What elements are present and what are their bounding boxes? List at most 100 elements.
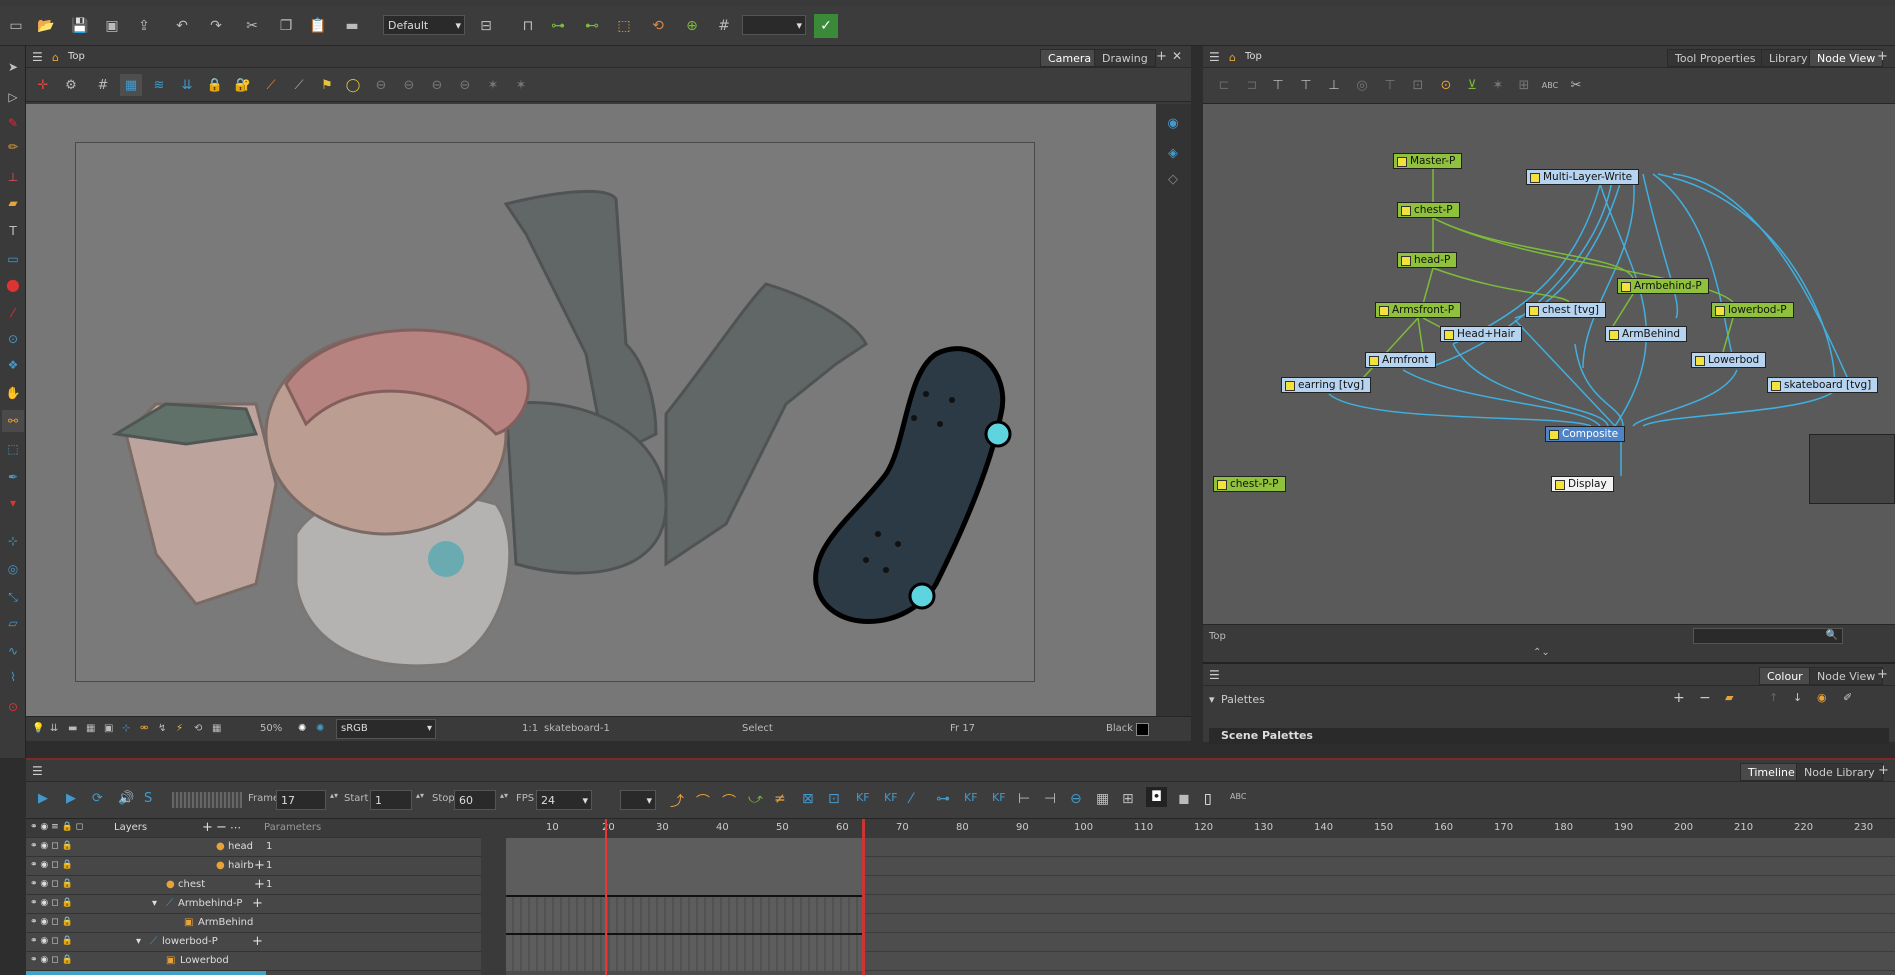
bounding-box-icon[interactable]: ⬚ (612, 14, 636, 38)
palette-icon[interactable]: ◉ (1817, 691, 1827, 704)
abc-label-icon[interactable]: ABC (1230, 792, 1246, 801)
timing-icon[interactable]: ⊖ (1070, 791, 1082, 807)
ease-both-icon[interactable]: ⌒ (722, 791, 736, 811)
morph-tool-icon[interactable]: ⌇ (2, 666, 24, 688)
frame-row[interactable] (506, 857, 1895, 876)
frame-row[interactable] (506, 933, 1895, 952)
next-keyframe-icon[interactable]: KF (992, 791, 1006, 804)
hold-icon[interactable]: ⊶ (936, 791, 950, 807)
square-icon[interactable]: ◼ (1178, 791, 1190, 807)
node-earring-tvg[interactable]: earring [tvg] (1281, 377, 1372, 393)
frames-area[interactable]: 10 20 30 40 50 60 70 80 90 100 110 120 1… (506, 819, 1895, 975)
layer-toggles-icon[interactable]: ⚭ ◉ ◻ 🔒 (30, 841, 73, 851)
lock-icon[interactable]: 🔒 (204, 74, 226, 96)
grid-small-icon[interactable]: ▦ (86, 723, 95, 734)
spline-tool-icon[interactable]: ⊹ (2, 530, 24, 552)
layers-scrollbar[interactable] (481, 819, 506, 975)
skew-tool-icon[interactable]: ▱ (2, 612, 24, 634)
playhead[interactable] (605, 819, 607, 975)
ink-tool-icon[interactable]: ▾ (2, 492, 24, 514)
stop-input[interactable]: 60 (454, 790, 496, 810)
play-selection-icon[interactable]: ▶ (66, 791, 76, 806)
node-lowerbod[interactable]: Lowerbod (1691, 352, 1767, 368)
node-tool-7-icon[interactable]: ⊙ (1435, 74, 1457, 96)
node-skateboard-tvg[interactable]: skateboard [tvg] (1767, 377, 1879, 393)
reset-transform-icon[interactable]: ⊠ (802, 791, 814, 807)
preview-icon[interactable]: ✺ (316, 723, 324, 734)
play-icon[interactable]: ▶ (38, 791, 48, 806)
add-view-icon[interactable]: + (1156, 49, 1167, 64)
colour-swatch[interactable] (1136, 723, 1149, 736)
home-icon[interactable]: ⌂ (1229, 51, 1236, 64)
drawing-canvas[interactable] (26, 104, 1156, 716)
grid-icon[interactable]: # (712, 14, 736, 38)
exposure-bar[interactable] (506, 895, 862, 914)
contour-editor-icon[interactable]: ▷ (2, 86, 24, 108)
brush-icon[interactable]: ✐ (1843, 691, 1852, 704)
node-graph[interactable]: Master-P Multi-Layer-Write chest-P head-… (1203, 104, 1895, 624)
menu-icon[interactable]: ☰ (1209, 668, 1220, 682)
pivot-tool-icon[interactable]: ⊙ (2, 328, 24, 350)
guide-icon[interactable]: ⟋ (288, 74, 310, 96)
node-tool-8-icon[interactable]: ⊻ (1461, 74, 1483, 96)
frame-row[interactable] (506, 838, 1895, 857)
remove-keyframe-icon[interactable]: KF (884, 791, 898, 804)
node-navigator[interactable] (1809, 434, 1895, 504)
bone-visibility-icon[interactable]: ✶ (482, 74, 504, 96)
node-tool-6-icon[interactable]: ⊡ (1407, 74, 1429, 96)
frame-row[interactable] (506, 914, 1895, 933)
bone-tool-icon[interactable]: ⚯ (2, 410, 24, 432)
text-tool-icon[interactable]: T (2, 220, 24, 242)
move-down-icon[interactable]: ↓ (1793, 691, 1802, 704)
menu-icon[interactable]: ☰ (32, 764, 43, 778)
node-chest-p-p[interactable]: chest-P-P (1213, 476, 1286, 492)
toolbar-select[interactable]: ▾ (742, 15, 806, 35)
node-head-hair[interactable]: Head+Hair (1440, 326, 1522, 342)
transform-d-icon[interactable]: ⊖ (454, 74, 476, 96)
node-tool-1-icon[interactable]: ⊏ (1213, 74, 1235, 96)
tree-icon[interactable]: ⊤ (1267, 74, 1289, 96)
film-icon[interactable]: ▦ (1096, 791, 1109, 807)
layer-toggles-icon[interactable]: ⚭ ◉ ◻ 🔒 (30, 917, 73, 927)
frame-row[interactable] (506, 952, 1895, 971)
node-display[interactable]: Display (1551, 476, 1614, 492)
pen-tool-icon[interactable]: ✒ (2, 466, 24, 488)
copy-icon[interactable]: ❐ (274, 14, 298, 38)
export-icon[interactable]: ⇪ (132, 14, 156, 38)
rotate-tool-icon[interactable]: ◎ (2, 558, 24, 580)
layer-row[interactable]: ⚭ ◉ ◻ 🔒 ▾ ⟋ Armbehind-P + (26, 895, 481, 914)
layer-toggles-icon[interactable]: ⚭ ◉ ◻ 🔒 (30, 955, 73, 965)
transform-c-icon[interactable]: ⊖ (426, 74, 448, 96)
expand-icon[interactable]: ⊞ (1122, 791, 1134, 807)
insert-frame-icon[interactable]: ⊢ (1018, 791, 1030, 807)
expand-triangle-icon[interactable]: ▾ (152, 898, 157, 909)
node-tool-5-icon[interactable]: ⊤ (1379, 74, 1401, 96)
node-armsfront-p[interactable]: Armsfront-P (1375, 302, 1462, 318)
layer-row[interactable]: ⚭ ◉ ◻ 🔒 ● head 1 (26, 838, 481, 857)
exposure-bar[interactable] (506, 933, 862, 952)
flash-icon[interactable]: ⚡ (176, 723, 183, 734)
eraser-tool-icon[interactable]: ▰ (2, 192, 24, 214)
white-square-icon[interactable]: ▯ (1204, 791, 1212, 807)
workspace-manager-icon[interactable]: ⊟ (474, 14, 498, 38)
node-multi-layer-write[interactable]: Multi-Layer-Write (1526, 169, 1640, 185)
tab-tool-properties[interactable]: Tool Properties (1667, 49, 1764, 67)
render-icon[interactable]: ✺ (298, 723, 306, 734)
stop-motion-icon[interactable]: ≠ (774, 791, 786, 807)
add-sublayer-icon[interactable]: + (254, 858, 265, 873)
layer-row[interactable]: ⚭ ◉ ◻ 🔒 ▣ Lowerbod (26, 952, 481, 971)
frame-ruler[interactable]: 10 20 30 40 50 60 70 80 90 100 110 120 1… (506, 819, 1895, 838)
layer-toggles-icon[interactable]: ⚭ ◉ ≡ 🔒 ◻ (30, 822, 83, 832)
layer-options-icon[interactable]: ⋯ (230, 821, 241, 834)
chevron-down-icon[interactable]: ▾ (1209, 693, 1215, 706)
onion-skin-icon[interactable]: ≋ (148, 74, 170, 96)
tab-camera[interactable]: Camera (1040, 49, 1100, 67)
grid-icon[interactable]: # (92, 74, 114, 96)
deformer-visibility-icon[interactable]: ✶ (510, 74, 532, 96)
home-icon[interactable]: ⌂ (52, 51, 59, 64)
exposure-bar[interactable] (506, 857, 862, 876)
stroke-tool-icon[interactable]: ❖ (2, 354, 24, 376)
texture-icon[interactable]: ▦ (212, 723, 221, 734)
scene-end-marker[interactable] (862, 819, 865, 975)
node-tool-9-icon[interactable]: ✶ (1487, 74, 1509, 96)
